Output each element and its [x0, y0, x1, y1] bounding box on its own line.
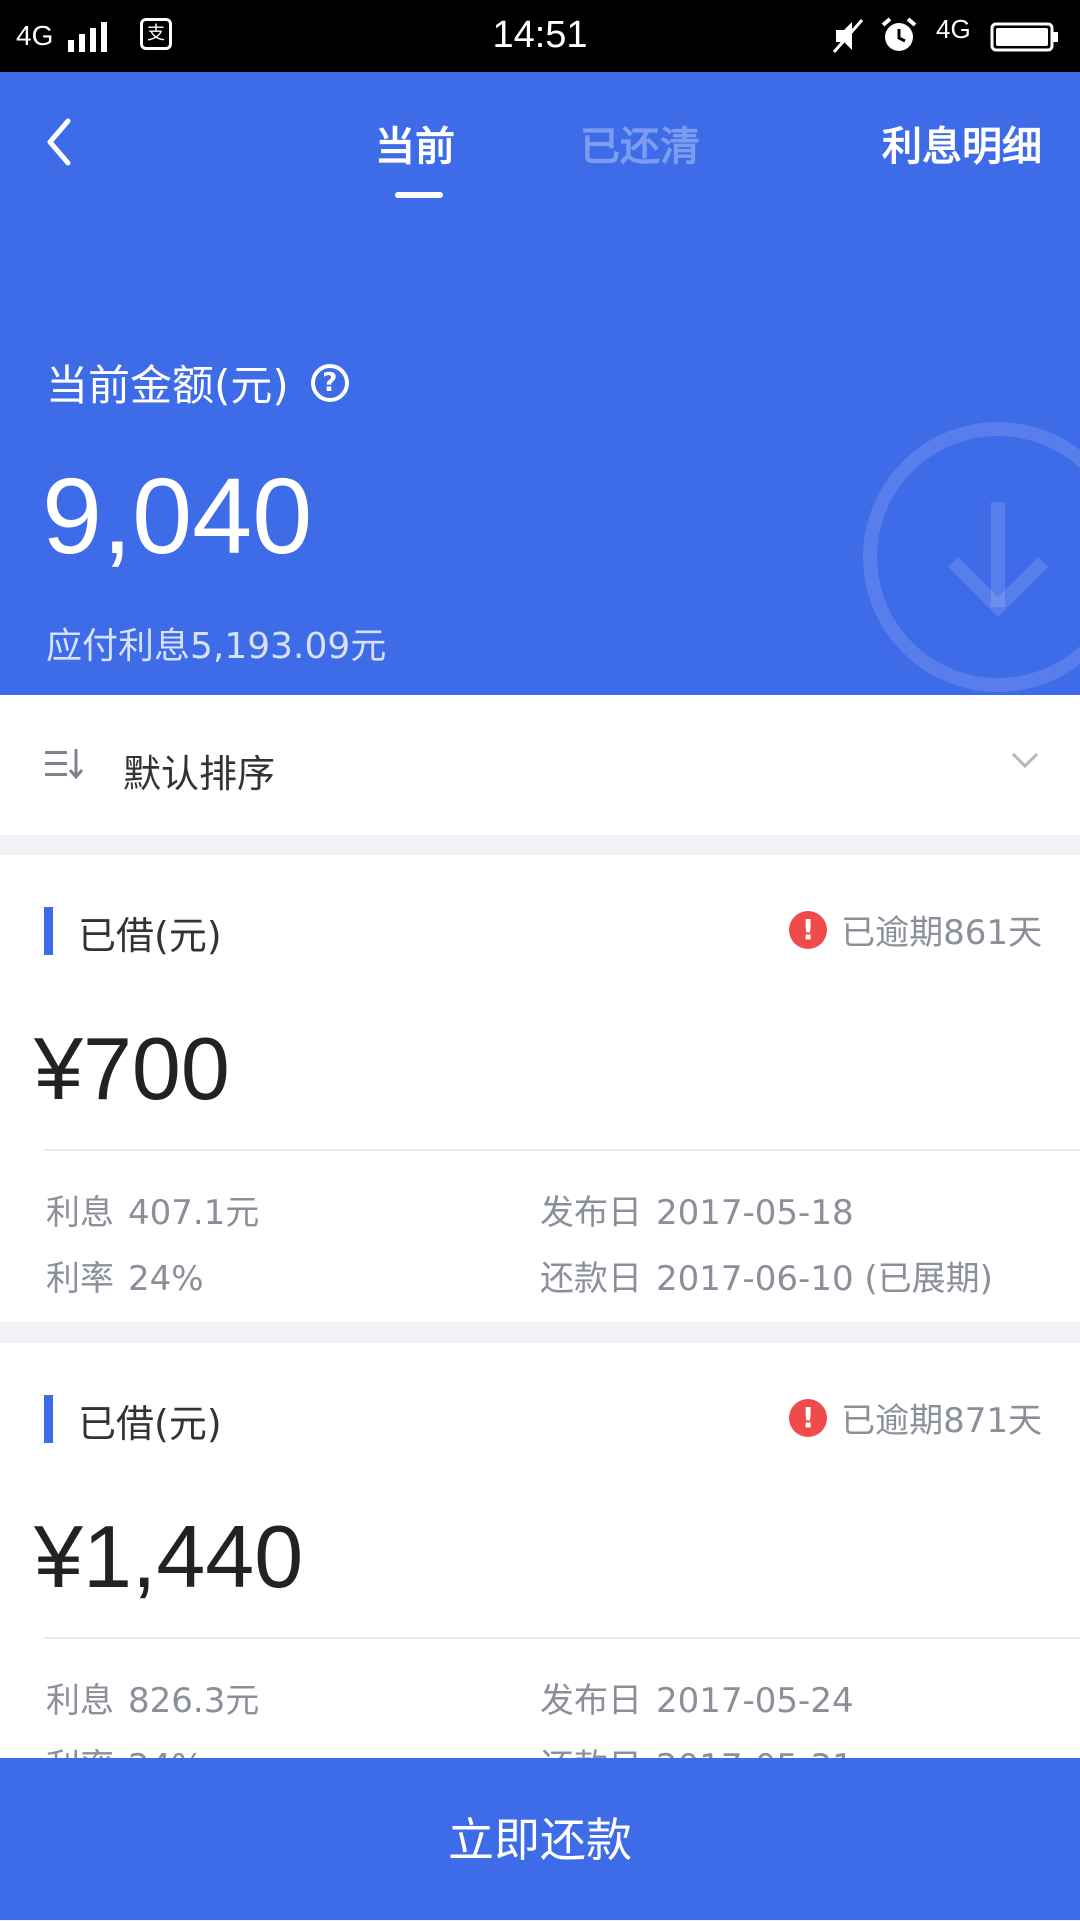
publish-date-detail: 发布日 2017-05-24: [540, 1673, 854, 1722]
back-arrow-icon[interactable]: [44, 117, 74, 167]
interest-label: 利息: [46, 1681, 114, 1721]
sort-label: 默认排序: [123, 752, 276, 796]
interest-due-text: 应付利息5,193.09元: [46, 626, 387, 667]
publish-date-detail: 发布日 2017-05-18: [540, 1185, 854, 1234]
loan-title: 已借(元): [78, 914, 222, 958]
tab-current[interactable]: 当前: [375, 114, 455, 198]
repay-date-value: 2017-06-10 (已展期): [656, 1259, 993, 1299]
alarm-icon: [881, 17, 917, 51]
publish-date-label: 发布日: [540, 1681, 642, 1721]
loan-amount: ¥1,440: [34, 1507, 304, 1606]
interest-detail-link[interactable]: 利息明细: [882, 114, 1042, 172]
rate-label: 利率: [46, 1259, 114, 1299]
overdue-text: 已逾期861天: [841, 913, 1042, 953]
help-icon[interactable]: ?: [310, 363, 349, 402]
interest-value: 826.3元: [128, 1681, 260, 1721]
publish-date-label: 发布日: [540, 1193, 642, 1233]
battery-icon: [990, 22, 1058, 52]
repay-date-detail: 还款日 2017-06-10 (已展期): [540, 1251, 993, 1300]
clock: 14:51: [492, 14, 588, 56]
interest-value: 407.1元: [128, 1193, 260, 1233]
overdue-status: ! 已逾期871天: [789, 1393, 1042, 1442]
header-summary: 当前 已还清 利息明细 当前金额(元) ? 9,040 应付利息5,193.09…: [0, 72, 1080, 695]
tab-cleared[interactable]: 已还清: [580, 114, 700, 172]
interest-detail: 利息 826.3元: [46, 1673, 259, 1722]
current-amount-value: 9,040: [42, 455, 313, 576]
publish-date-value: 2017-05-24: [656, 1681, 854, 1721]
interest-detail: 利息 407.1元: [46, 1185, 259, 1234]
loan-card[interactable]: 已借(元) ! 已逾期871天 ¥1,440 利息 826.3元 发布日 2017-…: [0, 1343, 1080, 1787]
divider: [44, 1149, 1080, 1151]
rate-detail: 利率 24%: [46, 1251, 204, 1300]
interest-label: 利息: [46, 1193, 114, 1233]
download-watermark-icon: [863, 422, 1080, 692]
publish-date-value: 2017-05-18: [656, 1193, 854, 1233]
overdue-status: ! 已逾期861天: [789, 905, 1042, 954]
overdue-text: 已逾期871天: [841, 1401, 1042, 1441]
mute-icon: [832, 19, 864, 53]
pay-now-button[interactable]: 立即还款: [0, 1758, 1080, 1920]
loan-amount: ¥700: [34, 1019, 230, 1118]
card-accent-bar: [44, 1395, 53, 1443]
network-type-secondary: 4G: [936, 14, 971, 44]
loan-card[interactable]: 已借(元) ! 已逾期861天 ¥700 利息 407.1元 发布日 2017-05…: [0, 855, 1080, 1322]
status-bar: 4G 支 14:51 4G: [0, 0, 1080, 72]
current-amount-label-text: 当前金额(元): [46, 361, 289, 410]
rate-value: 24%: [128, 1259, 204, 1299]
warning-icon: !: [789, 910, 828, 949]
current-amount-label: 当前金额(元) ?: [46, 352, 349, 413]
loan-title: 已借(元): [78, 1402, 222, 1446]
card-accent-bar: [44, 907, 53, 955]
repay-date-label: 还款日: [540, 1259, 642, 1299]
sort-dropdown[interactable]: 默认排序: [0, 695, 1080, 835]
chevron-down-icon: [1011, 752, 1039, 769]
divider: [44, 1637, 1080, 1639]
warning-icon: !: [789, 1398, 828, 1437]
sort-icon: [45, 749, 84, 780]
